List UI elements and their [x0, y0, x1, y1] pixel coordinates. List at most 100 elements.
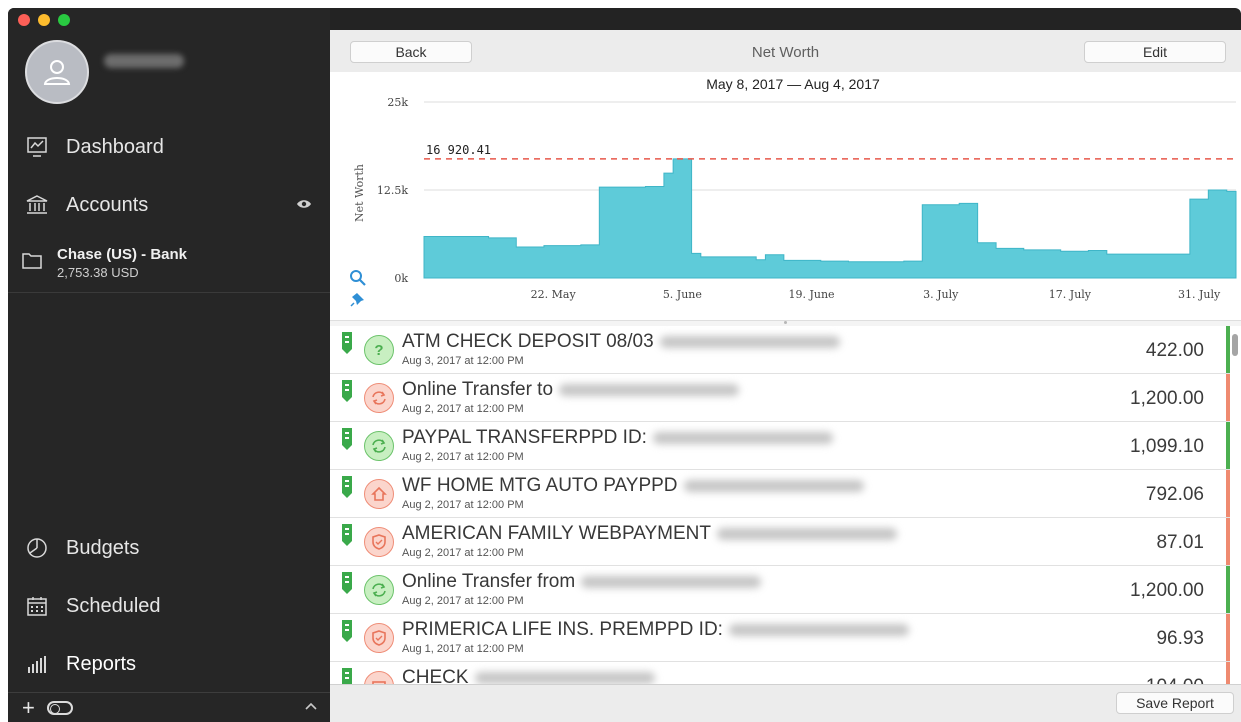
sidebar-item-label: Accounts	[66, 193, 149, 216]
table-row[interactable]: Online Transfer from Aug 2, 2017 at 12:00…	[330, 566, 1230, 614]
transaction-title: PRIMERICA LIFE INS. PREMPPD ID:	[402, 619, 909, 641]
transaction-title: CHECK	[402, 667, 655, 684]
transaction-date: Aug 2, 2017 at 12:00 PM	[402, 403, 524, 415]
transaction-title: AMERICAN FAMILY WEBPAYMENT	[402, 523, 897, 545]
table-row[interactable]: PRIMERICA LIFE INS. PREMPPD ID: Aug 1, 20…	[330, 614, 1230, 662]
sidebar-item-label: Reports	[66, 652, 137, 675]
status-stripe	[1226, 662, 1230, 684]
eye-icon[interactable]	[296, 197, 312, 215]
sidebar-item-accounts[interactable]: Accounts	[22, 190, 312, 220]
redacted-text	[728, 623, 909, 636]
calendar-icon	[22, 593, 52, 619]
sidebar-item-label: Dashboard	[66, 135, 164, 158]
transaction-date: Aug 1, 2017 at 12:00 PM	[402, 643, 524, 655]
transfer-icon	[364, 431, 394, 461]
y-tick-label: 12.5k	[377, 184, 408, 197]
bars-icon	[22, 651, 52, 677]
transaction-title: Online Transfer from	[402, 571, 762, 593]
flag-icon[interactable]	[340, 475, 354, 504]
x-tick-label: 3. July	[923, 288, 959, 301]
redacted-text	[474, 671, 655, 684]
sidebar-divider	[8, 292, 330, 293]
report-footer: Save Report	[330, 684, 1241, 722]
flag-icon[interactable]	[340, 427, 354, 456]
redacted-text	[581, 575, 762, 588]
check-icon	[364, 671, 394, 684]
folder-icon	[22, 251, 42, 274]
status-stripe	[1226, 422, 1230, 469]
table-row[interactable]: AMERICAN FAMILY WEBPAYMENT Aug 2, 2017 at…	[330, 518, 1230, 566]
flag-icon[interactable]	[340, 523, 354, 552]
avatar[interactable]	[25, 40, 89, 104]
net-worth-chart: May 8, 2017 — Aug 4, 2017 Net Worth 25k 12.…	[330, 72, 1241, 320]
sidebar-item-label: Scheduled	[66, 594, 161, 617]
chart-title: May 8, 2017 — Aug 4, 2017	[706, 76, 880, 92]
redacted-text	[559, 383, 740, 396]
transaction-amount: 104.00	[1146, 676, 1204, 684]
net-worth-area	[423, 158, 1237, 279]
toggle-switch[interactable]	[46, 700, 73, 715]
flag-icon[interactable]	[340, 571, 354, 600]
x-tick-label: 17. July	[1049, 288, 1092, 301]
main-panel: Back Net Worth Edit May 8, 2017 — Aug 4,…	[330, 30, 1241, 722]
sidebar-item-dashboard[interactable]: Dashboard	[22, 132, 312, 162]
pin-icon[interactable]	[350, 293, 364, 307]
y-tick-label: 25k	[387, 96, 408, 109]
app-window: Dashboard Accounts Chase (US) - Bank 2,7…	[8, 8, 1241, 722]
list-scrollbar[interactable]	[1232, 334, 1238, 356]
save-report-button[interactable]: Save Report	[1116, 692, 1234, 714]
status-stripe	[1226, 566, 1230, 613]
close-window-button[interactable]	[18, 14, 30, 26]
transaction-amount: 1,200.00	[1130, 388, 1204, 409]
transaction-amount: 792.06	[1145, 484, 1204, 505]
flag-icon[interactable]	[340, 619, 354, 648]
table-row[interactable]: ? ATM CHECK DEPOSIT 08/03 Aug 3, 2017 at 1…	[330, 326, 1230, 374]
flag-icon[interactable]	[340, 331, 354, 360]
transaction-title: Online Transfer to	[402, 379, 740, 401]
transaction-date: Aug 2, 2017 at 12:00 PM	[402, 595, 524, 607]
max-value-label: 16 920.41	[426, 143, 491, 157]
transfer-icon	[364, 575, 394, 605]
chevron-up-icon[interactable]	[304, 698, 318, 716]
y-axis-label: Net Worth	[353, 164, 366, 222]
account-chase-bank[interactable]: Chase (US) - Bank 2,753.38 USD	[22, 245, 322, 285]
transaction-date: Aug 2, 2017 at 12:00 PM	[402, 547, 524, 559]
x-tick-label: 19. June	[788, 288, 834, 301]
status-stripe	[1226, 470, 1230, 517]
edit-button[interactable]: Edit	[1084, 41, 1226, 63]
shield-icon	[364, 527, 394, 557]
user-icon	[43, 60, 71, 85]
transaction-amount: 1,200.00	[1130, 580, 1204, 601]
transaction-amount: 96.93	[1156, 628, 1204, 649]
zoom-icon[interactable]	[350, 270, 366, 286]
sidebar-item-scheduled[interactable]: Scheduled	[22, 591, 312, 621]
add-button[interactable]: +	[22, 696, 35, 719]
minimize-window-button[interactable]	[38, 14, 50, 26]
x-tick-label: 5. June	[663, 288, 702, 301]
shield-icon	[364, 623, 394, 653]
x-tick-label: 31. July	[1178, 288, 1221, 301]
toolbar: Back Net Worth Edit	[330, 30, 1241, 72]
x-tick-label: 22. May	[531, 288, 577, 301]
table-row[interactable]: PAYPAL TRANSFERPPD ID: Aug 2, 2017 at 12:…	[330, 422, 1230, 470]
status-stripe	[1226, 326, 1230, 373]
transaction-title: WF HOME MTG AUTO PAYPPD	[402, 475, 864, 497]
flag-icon[interactable]	[340, 379, 354, 408]
zoom-window-button[interactable]	[58, 14, 70, 26]
account-balance: 2,753.38 USD	[57, 265, 139, 280]
svg-text:?: ?	[374, 342, 383, 359]
sidebar-item-reports[interactable]: Reports	[22, 649, 312, 679]
table-row[interactable]: CHECK 104.00	[330, 662, 1230, 684]
table-row[interactable]: WF HOME MTG AUTO PAYPPD Aug 2, 2017 at 12…	[330, 470, 1230, 518]
transaction-date: Aug 2, 2017 at 12:00 PM	[402, 451, 524, 463]
table-row[interactable]: Online Transfer to Aug 2, 2017 at 12:00 P…	[330, 374, 1230, 422]
account-name: Chase (US) - Bank	[57, 246, 188, 263]
flag-icon[interactable]	[340, 667, 354, 684]
sidebar-item-label: Budgets	[66, 536, 140, 559]
y-tick-label: 0k	[394, 272, 408, 285]
redacted-text	[652, 431, 833, 444]
status-stripe	[1226, 518, 1230, 565]
transaction-list: ? ATM CHECK DEPOSIT 08/03 Aug 3, 2017 at 1…	[330, 326, 1241, 684]
sidebar-item-budgets[interactable]: Budgets	[22, 533, 312, 563]
user-name-redacted	[104, 54, 184, 68]
